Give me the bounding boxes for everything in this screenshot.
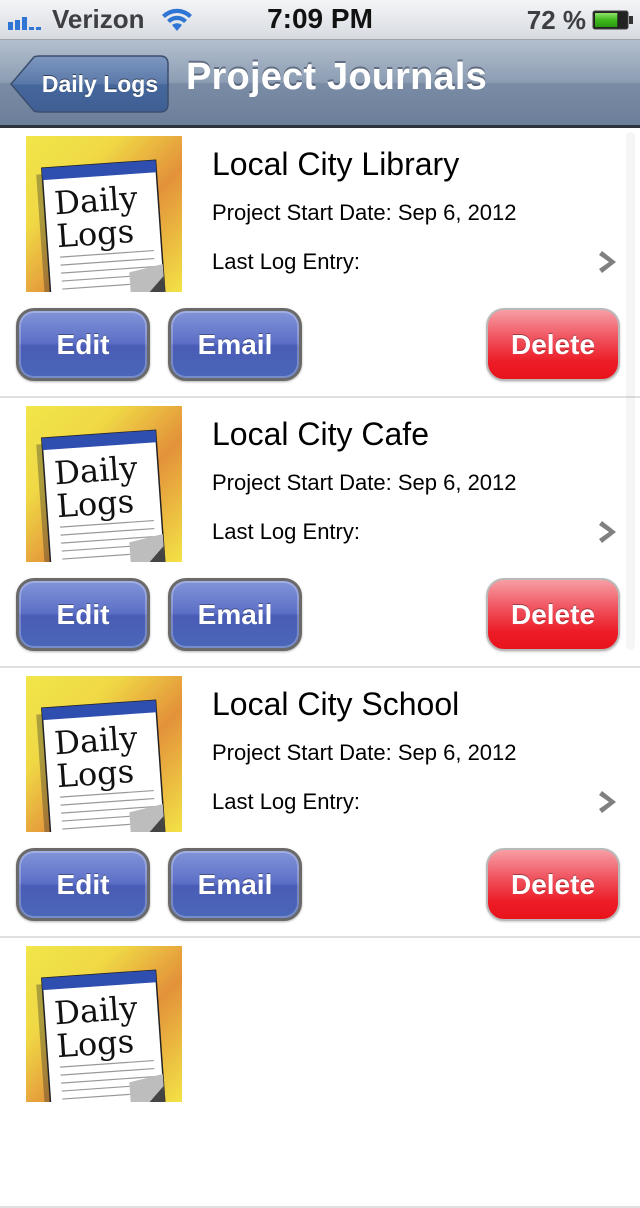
chevron-right-icon[interactable] xyxy=(598,518,620,546)
last-log-entry: Last Log Entry: xyxy=(212,789,360,814)
project-name: Local City Cafe xyxy=(212,416,429,452)
edit-button[interactable]: Edit xyxy=(16,308,150,381)
daily-logs-app-icon: Daily Logs xyxy=(26,406,182,562)
status-bar: Verizon 7:09 PM 72 % xyxy=(0,0,640,40)
back-button-label: Daily Logs xyxy=(41,71,159,97)
email-button[interactable]: Email xyxy=(168,848,302,921)
project-list: Daily Logs Local City Library Project St… xyxy=(0,128,640,1208)
svg-text:Logs: Logs xyxy=(55,752,135,795)
navigation-bar: Daily Logs Project Journals xyxy=(0,40,640,128)
project-row[interactable]: Daily Logs Local City Library Project St… xyxy=(0,128,640,398)
page-title: Project Journals xyxy=(186,56,487,98)
svg-text:Logs: Logs xyxy=(55,1022,135,1065)
project-row[interactable]: Daily Logs Local City Cafe Project Start… xyxy=(0,398,640,668)
edit-button[interactable]: Edit xyxy=(16,848,150,921)
edit-button[interactable]: Edit xyxy=(16,578,150,651)
project-row[interactable]: Daily Logs Local City School Project Sta… xyxy=(0,668,640,938)
svg-text:Logs: Logs xyxy=(55,482,135,525)
daily-logs-app-icon: Daily Logs xyxy=(26,946,182,1102)
svg-text:Logs: Logs xyxy=(55,212,135,255)
project-name: Local City School xyxy=(212,686,460,722)
delete-button[interactable]: Delete xyxy=(486,578,620,651)
project-row[interactable]: Daily Logs xyxy=(0,938,640,1208)
daily-logs-app-icon: Daily Logs xyxy=(26,676,182,832)
chevron-right-icon[interactable] xyxy=(598,788,620,816)
project-start-date: Project Start Date: Sep 6, 2012 xyxy=(212,470,517,495)
delete-button[interactable]: Delete xyxy=(486,848,620,921)
project-start-date: Project Start Date: Sep 6, 2012 xyxy=(212,740,517,765)
chevron-right-icon[interactable] xyxy=(598,248,620,276)
project-name: Local City Library xyxy=(212,146,460,182)
battery-icon xyxy=(592,10,633,30)
back-button[interactable]: Daily Logs xyxy=(10,55,170,113)
email-button[interactable]: Email xyxy=(168,308,302,381)
battery-percentage: 72 % xyxy=(526,5,586,35)
scroll-indicator[interactable] xyxy=(626,132,635,650)
project-start-date: Project Start Date: Sep 6, 2012 xyxy=(212,200,517,225)
last-log-entry: Last Log Entry: xyxy=(212,519,360,544)
last-log-entry: Last Log Entry: xyxy=(212,249,360,274)
daily-logs-app-icon: Daily Logs xyxy=(26,136,182,292)
delete-button[interactable]: Delete xyxy=(486,308,620,381)
email-button[interactable]: Email xyxy=(168,578,302,651)
